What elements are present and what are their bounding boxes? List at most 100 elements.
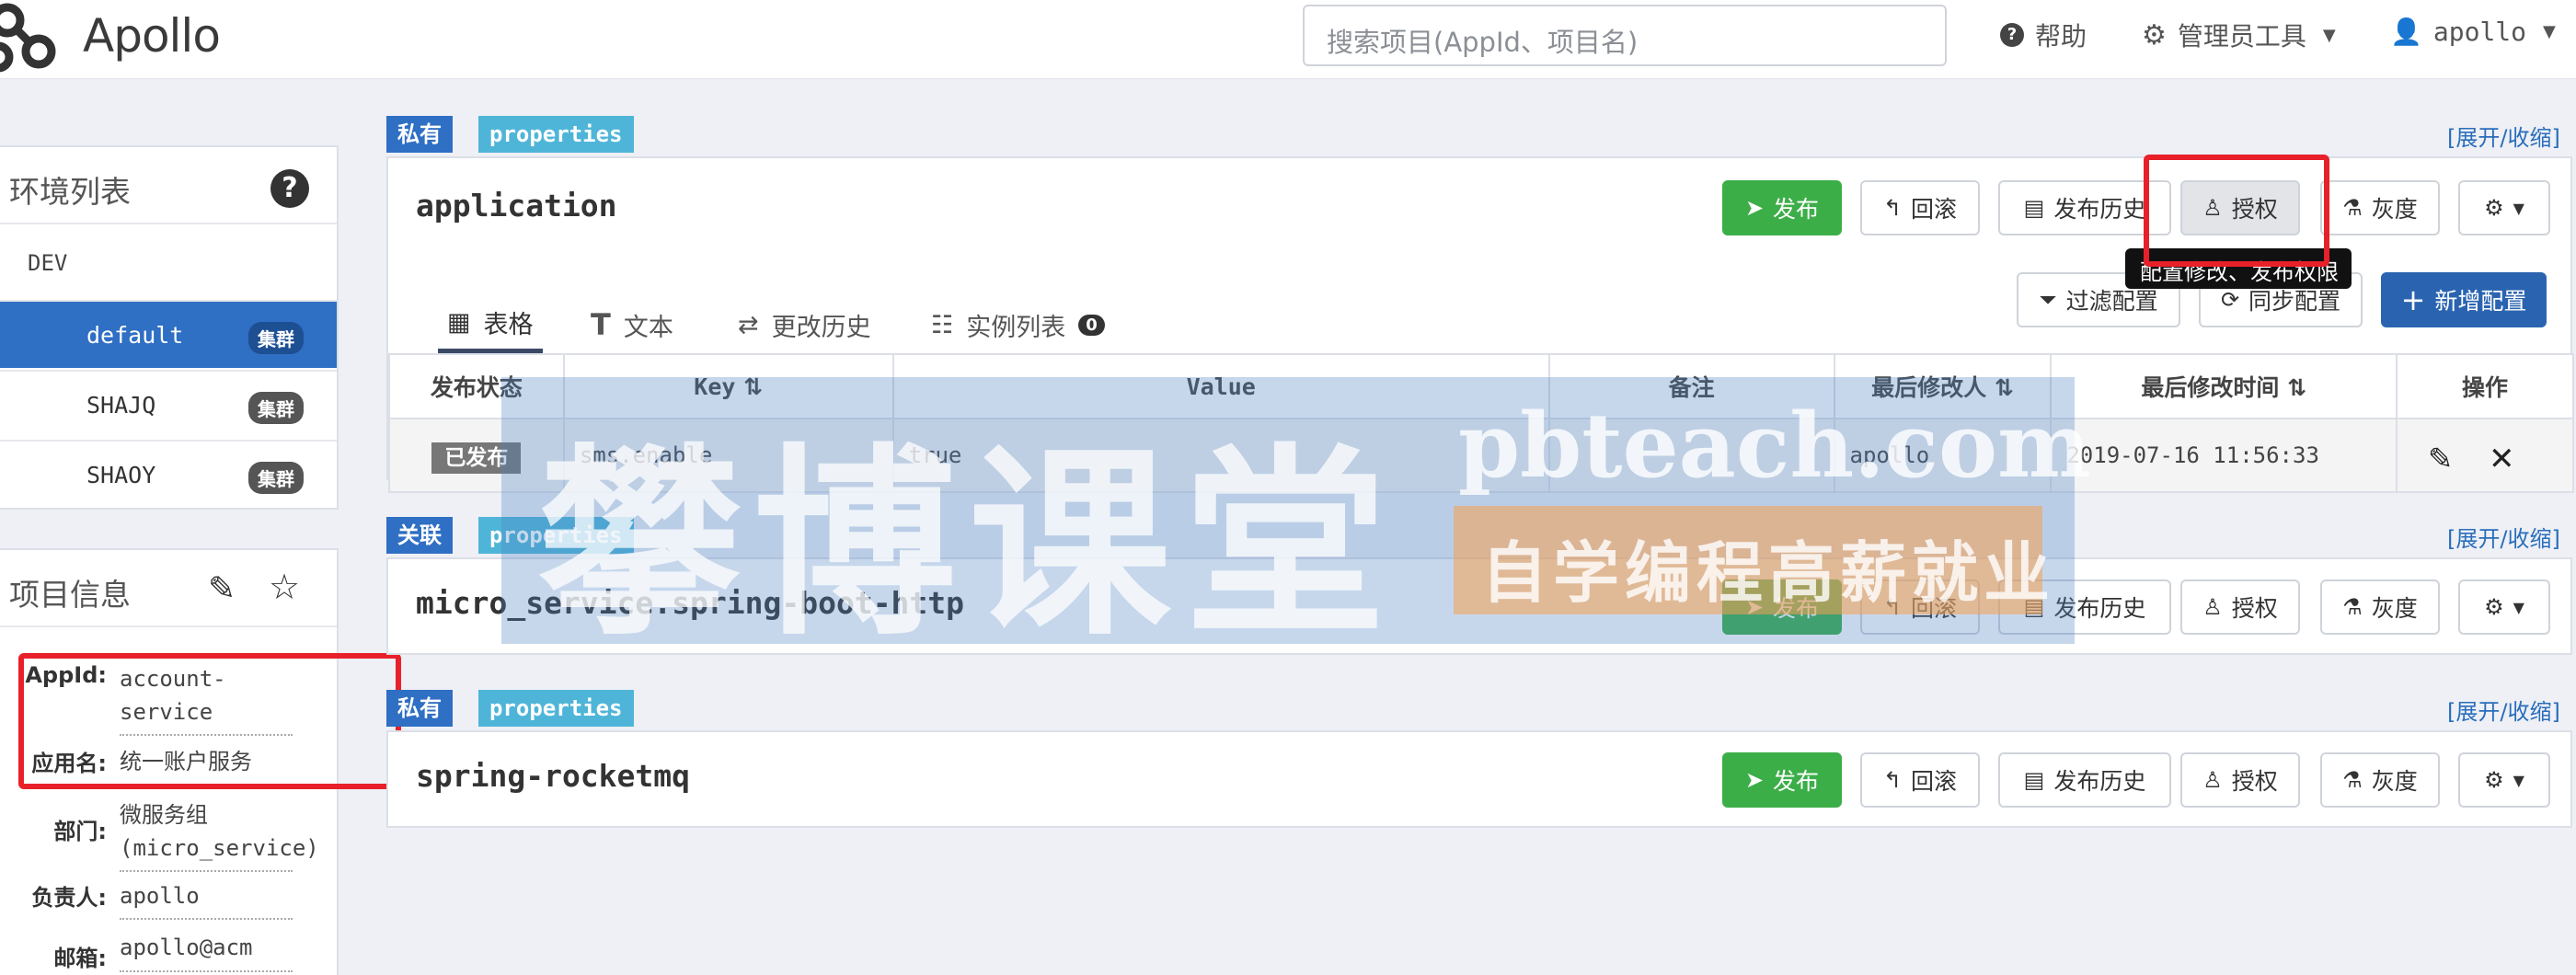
user-name: apollo [2432,17,2527,47]
text-icon: T [591,307,611,342]
expand-collapse-link[interactable]: [展开/收缩] [2447,694,2560,726]
col-header-value: Value [891,353,1550,419]
sitemap-icon: ☷ [931,310,954,339]
grant-button[interactable]: ♙ 授权 [2180,752,2300,808]
info-row-owner: 负责人: apollo [0,879,293,920]
cluster-default[interactable]: default 集群 [0,300,337,368]
namespace-tabs: ▦ 表格 T 文本 ⇄ 更改历史 ☷ 实例列表 0 [388,296,1308,353]
info-value: apollo@acm [120,931,293,972]
tab-table[interactable]: ▦ 表格 [438,296,543,353]
cluster-name: SHAJQ [86,392,156,419]
col-header-status: 发布状态 [388,353,565,419]
format-tag: properties [478,517,634,554]
flask-icon: ⚗ [2342,594,2363,620]
delete-icon[interactable]: ✕ [2490,433,2513,478]
table-icon: ▦ [447,308,471,337]
rollback-button[interactable]: ↰ 回滚 [1860,180,1980,235]
gray-release-button[interactable]: ⚗ 灰度 [2320,579,2440,635]
expand-collapse-link[interactable]: [展开/收缩] [2447,120,2560,152]
caret-down-icon: ▼ [2513,199,2524,217]
gray-release-button[interactable]: ⚗ 灰度 [2320,752,2440,808]
brand-name[interactable]: Apollo [83,9,221,63]
scope-tag: 私有 [386,690,453,727]
namespace-panel-spring-rocketmq: spring-rocketmq ➤ 发布 ↰ 回滚 ▤ 发布历史 ♙ 授权 ⚗ 灰度 ⚙ ▼ [386,730,2572,828]
col-header-modifier[interactable]: 最后修改人 ⇅ [1833,353,2053,419]
namespace-panel-spring-boot-http: micro_service.spring-boot-http ➤ 发布 ↰ 回滚 ▤… [386,557,2572,655]
cell-status: 已发布 [388,418,565,493]
col-header-actions: 操作 [2396,353,2574,419]
cluster-shajq[interactable]: SHAJQ 集群 [0,370,337,438]
caret-down-icon: ▼ [2543,22,2556,41]
col-header-modified-time[interactable]: 最后修改时间 ⇅ [2050,353,2398,419]
caret-down-icon: ▼ [2513,598,2524,616]
question-circle-icon: ? [2000,23,2024,47]
calendar-icon: ▤ [2023,594,2045,620]
col-header-key[interactable]: Key ⇅ [562,353,894,419]
sort-icon[interactable]: ⇅ [743,373,763,400]
rollback-icon: ↰ [1882,594,1903,620]
sort-icon[interactable]: ⇅ [1995,374,2014,401]
tab-text[interactable]: T 文本 [591,296,673,353]
cluster-name: SHAOY [86,462,156,488]
release-history-button[interactable]: ▤ 发布历史 [1998,752,2171,808]
namespace-name: micro_service.spring-boot-http [416,585,965,621]
flask-icon: ⚗ [2342,767,2363,793]
user-dropdown[interactable]: 👤 apollo ▼ [2390,17,2556,47]
apollo-logo-icon[interactable] [0,0,74,77]
admin-tools-label: 管理员工具 [2177,21,2306,52]
table-row: 已发布 sms.enable true apollo 2019-07-16 11… [388,418,2574,493]
rollback-button[interactable]: ↰ 回滚 [1860,579,1980,635]
user-icon: 👤 [2390,17,2422,47]
highlight-box-grant [2144,155,2329,267]
cell-actions: ✎ ✕ [2396,418,2574,493]
paper-plane-icon: ➤ [1744,767,1765,793]
cell-modifier: apollo [1833,418,2053,493]
info-row-email: 邮箱: apollo@acm [0,931,293,972]
edit-icon[interactable]: ✎ [208,570,236,608]
project-info-header: 项目信息 ✎ ☆ [0,550,337,627]
paper-plane-icon: ➤ [1744,195,1765,221]
admin-tools-dropdown[interactable]: ⚙ 管理员工具 ▼ [2142,17,2336,53]
settings-dropdown-button[interactable]: ⚙ ▼ [2458,180,2550,235]
tab-instance-list[interactable]: ☷ 实例列表 0 [931,296,1105,353]
edit-icon[interactable]: ✎ [2429,436,2451,478]
search-input[interactable]: 搜索项目(AppId、项目名) [1303,5,1947,66]
env-list-title: 环境列表 [9,174,131,210]
gear-icon: ⚙ [2484,767,2504,793]
rollback-icon: ↰ [1882,767,1903,793]
rollback-button[interactable]: ↰ 回滚 [1860,752,1980,808]
settings-dropdown-button[interactable]: ⚙ ▼ [2458,752,2550,808]
star-icon[interactable]: ☆ [269,567,300,607]
info-value: 微服务组(micro_service) [120,798,319,872]
cluster-shaoy[interactable]: SHAOY 集群 [0,440,337,508]
gray-release-button[interactable]: ⚗ 灰度 [2320,180,2440,235]
namespace-name: application [416,188,617,224]
calendar-icon: ▤ [2023,195,2045,221]
filter-icon: ⏷ [2039,287,2057,313]
publish-button[interactable]: ➤ 发布 [1722,752,1842,808]
gear-icon: ⚙ [2484,195,2504,221]
exchange-icon: ⇄ [738,310,759,339]
sort-icon[interactable]: ⇅ [2287,374,2306,401]
env-list-header: 环境列表 ? [0,147,337,224]
help-icon[interactable]: ? [270,169,309,208]
add-config-button[interactable]: + 新增配置 [2381,272,2547,327]
publish-button[interactable]: ➤ 发布 [1722,579,1842,635]
paper-plane-icon: ➤ [1744,594,1765,620]
cell-value: true [891,418,1550,493]
caret-down-icon: ▼ [2322,25,2336,45]
release-history-button[interactable]: ▤ 发布历史 [1998,579,2171,635]
settings-dropdown-button[interactable]: ⚙ ▼ [2458,579,2550,635]
config-table: 发布状态 Key ⇅ Value 备注 最后修改人 ⇅ 最后修改时间 ⇅ 操作 … [388,353,2574,493]
expand-collapse-link[interactable]: [展开/收缩] [2447,521,2560,553]
env-dev[interactable]: DEV [28,250,67,276]
info-label: 负责人: [31,885,107,911]
gear-icon: ⚙ [2142,18,2167,52]
scope-tag: 关联 [386,517,453,554]
publish-button[interactable]: ➤ 发布 [1722,180,1842,235]
highlight-box-project [18,653,401,789]
top-navbar: Apollo 搜索项目(AppId、项目名) ? 帮助 ⚙ 管理员工具 ▼ 👤 … [0,0,2576,79]
help-link[interactable]: ? 帮助 [2000,17,2087,53]
tab-change-history[interactable]: ⇄ 更改历史 [738,296,871,353]
grant-button[interactable]: ♙ 授权 [2180,579,2300,635]
